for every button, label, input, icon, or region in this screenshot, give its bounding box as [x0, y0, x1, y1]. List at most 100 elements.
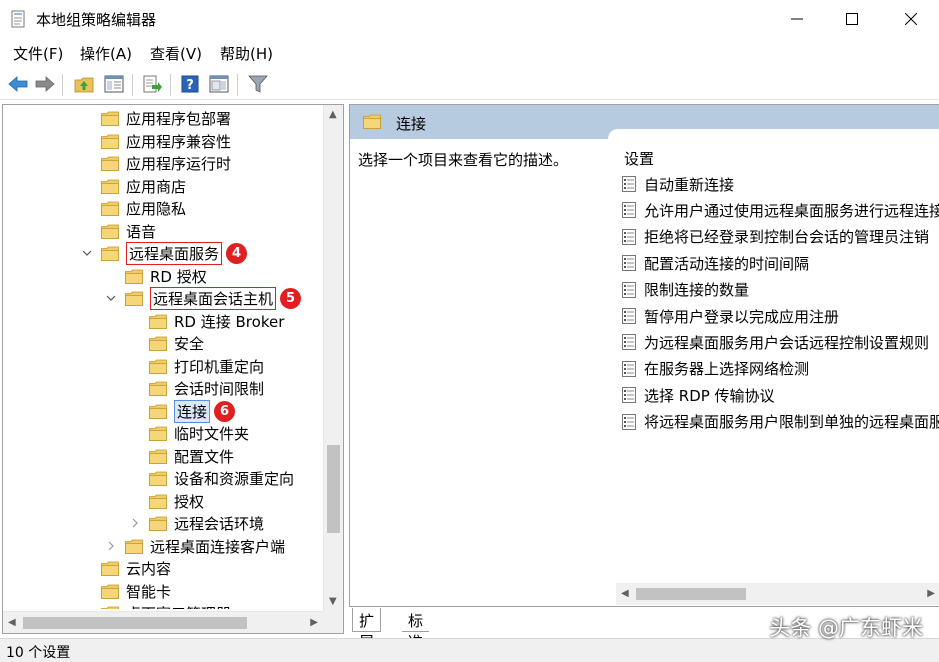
- setting-item[interactable]: 限制连接的数量: [622, 278, 749, 302]
- menu-help[interactable]: 帮助(H): [220, 43, 273, 64]
- tree-item[interactable]: 配置文件: [149, 445, 234, 467]
- setting-item[interactable]: 选择 RDP 传输协议: [622, 383, 775, 407]
- window-title: 本地组策略编辑器: [36, 11, 157, 29]
- folder-icon: [149, 336, 167, 351]
- tree-item-label: 配置文件: [174, 447, 235, 466]
- tree-vertical-scrollbar[interactable]: ▲ ▼: [323, 105, 343, 611]
- tree-item[interactable]: RD 授权: [125, 265, 207, 287]
- scroll-left-icon[interactable]: ◀: [8, 617, 16, 628]
- setting-item[interactable]: 配置活动连接的时间间隔: [622, 251, 809, 275]
- tree-item-label: 桌面窗口管理器: [126, 603, 231, 610]
- tree-item-label: 打印机重定向: [174, 357, 265, 376]
- scroll-down-icon[interactable]: ▼: [329, 596, 337, 607]
- chevron-down-icon[interactable]: [106, 293, 116, 303]
- setting-item[interactable]: 暂停用户登录以完成应用注册: [622, 304, 839, 328]
- folder-icon: [125, 269, 143, 284]
- tree-item[interactable]: 应用隐私: [101, 197, 186, 219]
- folder-icon: [101, 246, 119, 261]
- tree-item[interactable]: 远程会话环境: [149, 512, 264, 534]
- tree-item[interactable]: 授权: [149, 490, 204, 512]
- filter-button[interactable]: [246, 72, 270, 96]
- policy-setting-icon: [622, 308, 636, 324]
- tree-item-label: 临时文件夹: [174, 424, 250, 443]
- step-badge: 6: [214, 400, 236, 422]
- tree-item[interactable]: 连接 6: [149, 399, 236, 423]
- status-text: 10 个设置: [6, 645, 71, 661]
- tree-item[interactable]: 应用商店: [101, 175, 186, 197]
- forward-button[interactable]: [33, 72, 57, 96]
- setting-item-label: 拒绝将已经登录到控制台会话的管理员注销: [644, 228, 930, 247]
- setting-item[interactable]: 在服务器上选择网络检测: [622, 357, 809, 381]
- tree-vscroll-thumb[interactable]: [327, 445, 340, 533]
- tab-standard[interactable]: 标准: [402, 608, 430, 651]
- setting-item-label: 限制连接的数量: [644, 281, 750, 300]
- tree-item[interactable]: 应用程序兼容性: [101, 130, 231, 152]
- menu-action[interactable]: 操作(A): [80, 43, 132, 64]
- chevron-down-icon[interactable]: [82, 248, 92, 258]
- tree-item[interactable]: 会话时间限制: [149, 377, 264, 399]
- chevron-right-icon[interactable]: [130, 518, 140, 528]
- minimize-button[interactable]: [771, 0, 823, 38]
- back-arrow-icon: [8, 76, 28, 92]
- tree-pane: 应用程序包部署 应用程序兼容性 应用程序运行时 应用商店 应用隐私 语音 远程桌面服务 4 RD…: [2, 104, 344, 634]
- scroll-right-icon[interactable]: ▶: [310, 617, 318, 628]
- tree-item[interactable]: 远程桌面连接客户端: [125, 535, 285, 557]
- tree-item[interactable]: 语音: [101, 220, 156, 242]
- details-horizontal-scrollbar[interactable]: ◀ ▶: [616, 583, 939, 605]
- up-level-button[interactable]: [72, 72, 96, 96]
- setting-item[interactable]: 为远程桌面服务用户会话远程控制设置规则: [622, 330, 929, 354]
- folder-icon: [149, 516, 167, 531]
- properties-button[interactable]: [207, 72, 231, 96]
- setting-item[interactable]: 将远程桌面服务用户限制到单独的远程桌面服务会话: [622, 410, 939, 434]
- back-button[interactable]: [6, 72, 30, 96]
- tree-item[interactable]: 应用程序包部署: [101, 107, 231, 129]
- menu-file[interactable]: 文件(F): [13, 43, 63, 64]
- gpedit-window: 本地组策略编辑器 文件(F) 操作(A) 查看(V) 帮助(H) ? 应用程序包…: [0, 0, 939, 662]
- scroll-up-icon[interactable]: ▲: [329, 109, 337, 120]
- tree-item[interactable]: 安全: [149, 332, 204, 354]
- scroll-left-icon[interactable]: ◀: [621, 588, 629, 599]
- tree-item[interactable]: 远程桌面会话主机 5: [125, 286, 302, 310]
- tree-horizontal-scrollbar[interactable]: ◀ ▶: [3, 611, 323, 633]
- tree-item[interactable]: 设备和资源重定向: [149, 467, 294, 489]
- chevron-right-icon[interactable]: [106, 541, 116, 551]
- tree-item[interactable]: 智能卡: [101, 580, 171, 602]
- tree-item[interactable]: 云内容: [101, 557, 171, 579]
- tree-item-label: 远程桌面服务: [126, 241, 223, 265]
- policy-setting-icon: [622, 281, 636, 298]
- tree-hscroll-thumb[interactable]: [23, 617, 247, 629]
- export-list-button[interactable]: [140, 72, 164, 96]
- setting-item[interactable]: 允许用户通过使用远程桌面服务进行远程连接: [622, 198, 939, 222]
- forward-arrow-icon: [35, 76, 55, 92]
- settings-column-header[interactable]: 设置: [624, 148, 654, 169]
- setting-item-label: 自动重新连接: [644, 175, 735, 194]
- menu-view[interactable]: 查看(V): [150, 43, 202, 64]
- scroll-right-icon[interactable]: ▶: [927, 588, 935, 599]
- help-button[interactable]: ?: [178, 72, 202, 96]
- show-hide-tree-icon: [104, 75, 124, 93]
- setting-item-label: 为远程桌面服务用户会话远程控制设置规则: [644, 333, 930, 352]
- policy-setting-icon: [622, 255, 636, 272]
- description-text: 选择一个项目来查看它的描述。: [358, 151, 569, 169]
- show-hide-tree-button[interactable]: [102, 72, 126, 96]
- folder-icon: [101, 606, 119, 609]
- tree-item[interactable]: 应用程序运行时: [101, 152, 231, 174]
- tree-item[interactable]: 临时文件夹: [149, 422, 249, 444]
- details-hscroll-thumb[interactable]: [636, 588, 746, 600]
- tree-item-label: 安全: [174, 334, 205, 353]
- tree-item[interactable]: 打印机重定向: [149, 355, 264, 377]
- tree-item[interactable]: 桌面窗口管理器: [101, 602, 231, 609]
- folder-icon: [149, 471, 167, 486]
- tab-extended[interactable]: 扩展: [352, 608, 382, 651]
- setting-item[interactable]: 自动重新连接: [622, 172, 734, 196]
- setting-item[interactable]: 拒绝将已经登录到控制台会话的管理员注销: [622, 225, 929, 249]
- close-button[interactable]: [885, 0, 937, 38]
- tree-item-label: 应用程序兼容性: [126, 132, 232, 151]
- folder-icon: [101, 561, 119, 576]
- maximize-button[interactable]: [826, 0, 878, 38]
- tree-item[interactable]: 远程桌面服务 4: [101, 241, 248, 265]
- policy-setting-icon: [622, 387, 636, 404]
- close-icon: [905, 13, 917, 25]
- tree-item[interactable]: RD 连接 Broker: [149, 310, 284, 332]
- tree-item-label: 智能卡: [126, 582, 172, 601]
